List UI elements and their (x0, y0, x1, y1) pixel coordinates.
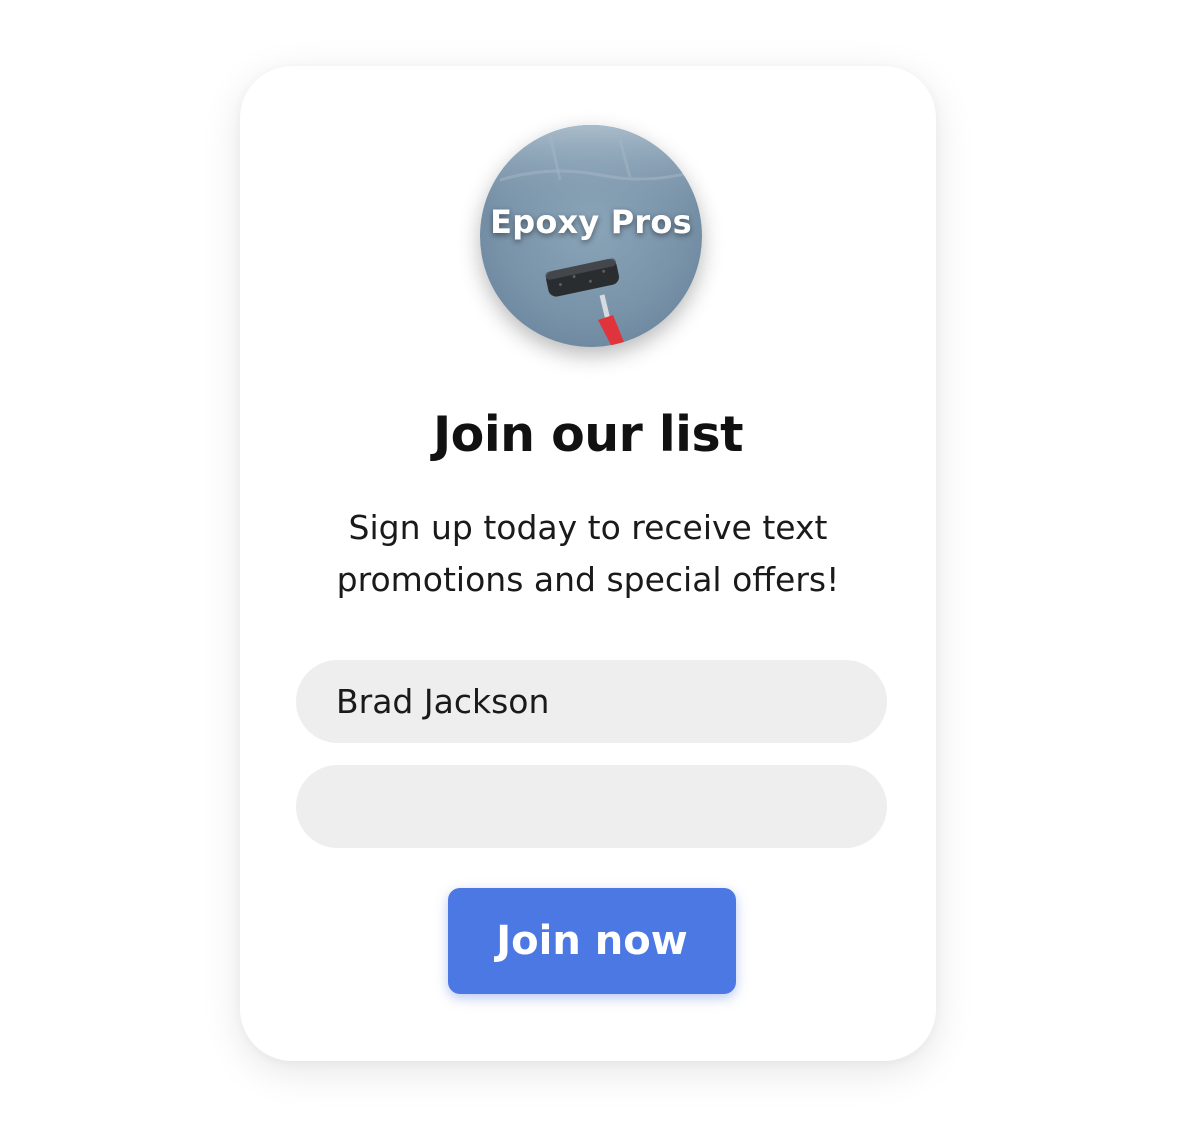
page-subtitle: Sign up today to receive text promotions… (336, 508, 840, 599)
signup-card: Epoxy Pros Join our list Sign up today t… (240, 66, 936, 1061)
brand-name: Epoxy Pros (490, 203, 692, 241)
brand-logo: Epoxy Pros (480, 125, 702, 347)
name-field[interactable]: Brad Jackson (296, 660, 887, 743)
name-field-value: Brad Jackson (336, 682, 550, 721)
phone-field[interactable] (296, 765, 887, 848)
page-title: Join our list (432, 406, 744, 463)
join-now-button[interactable]: Join now (448, 888, 736, 994)
